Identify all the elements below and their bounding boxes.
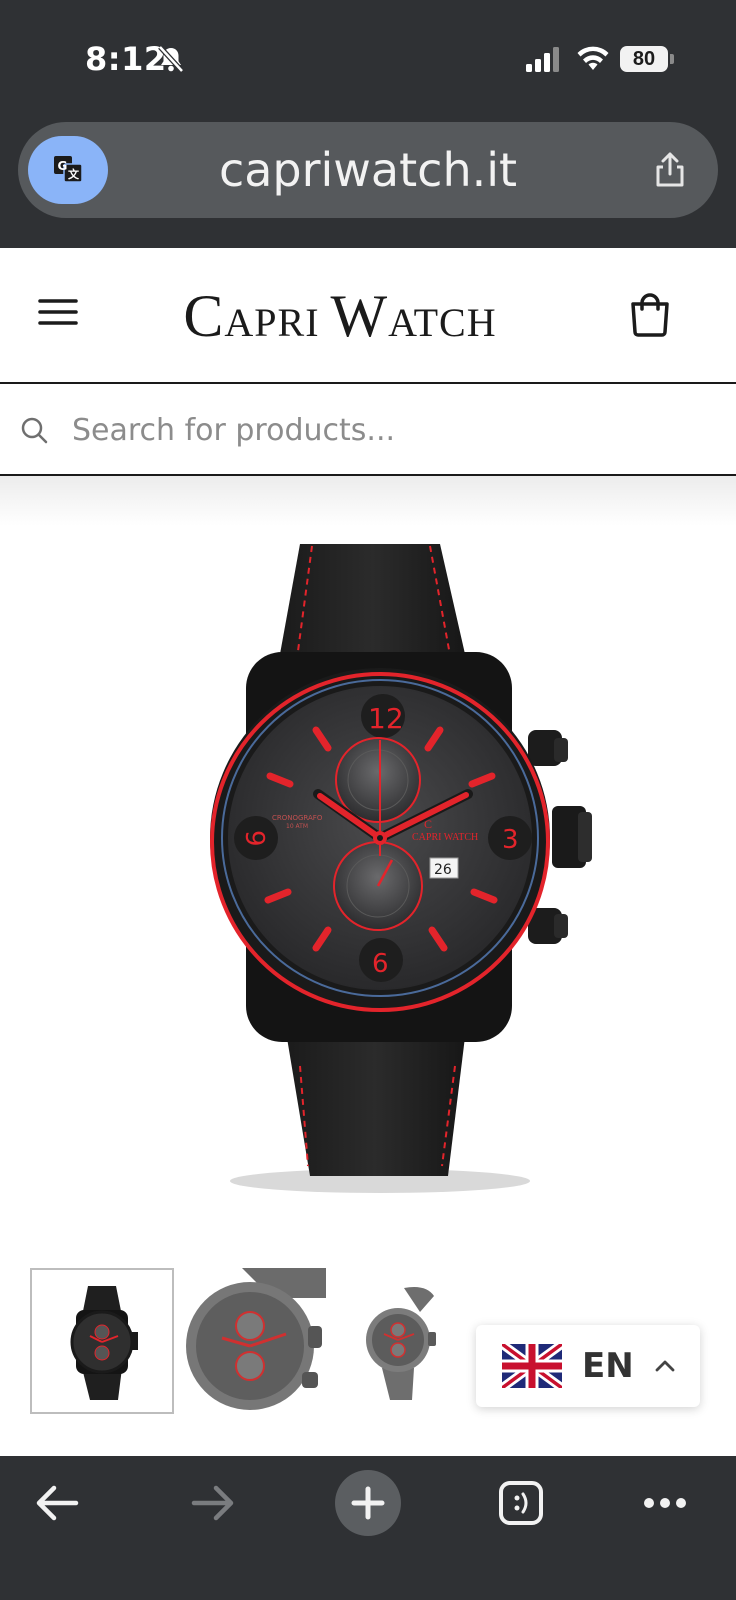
- translate-button[interactable]: G 文: [28, 136, 108, 204]
- logo-text-atch: ATCH: [388, 300, 497, 345]
- search-bar: [0, 384, 736, 476]
- status-bar: 8:12 80: [0, 0, 736, 118]
- svg-text:文: 文: [68, 167, 80, 181]
- language-switcher[interactable]: EN: [476, 1325, 700, 1407]
- dial-number-6: 6: [372, 949, 389, 979]
- tabs-button[interactable]: [488, 1470, 554, 1536]
- thumbnail-watch-closeup: [182, 1268, 326, 1414]
- back-arrow-icon: [36, 1485, 79, 1521]
- language-code: EN: [582, 1346, 634, 1386]
- dial-number-12: 12: [368, 702, 404, 735]
- uk-flag-icon: [502, 1344, 562, 1388]
- logo-text-apri: APRI: [224, 300, 320, 345]
- status-time: 8:12: [85, 40, 167, 78]
- address-bar[interactable]: G 文 capriwatch.it: [18, 122, 718, 218]
- back-button[interactable]: [24, 1470, 90, 1536]
- signal-icon: [526, 47, 559, 72]
- site-header: CAPRI WATCH: [0, 248, 736, 382]
- cart-icon[interactable]: [628, 292, 672, 338]
- search-input[interactable]: [72, 406, 712, 454]
- svg-text:10 ATM: 10 ATM: [286, 823, 308, 830]
- logo-initial-c: C: [183, 283, 225, 349]
- more-icon: [644, 1498, 686, 1508]
- thumbnail-3[interactable]: [334, 1268, 478, 1414]
- battery-nub: [670, 54, 674, 64]
- new-tab-button[interactable]: [335, 1470, 401, 1536]
- search-icon: [21, 417, 48, 444]
- watch-illustration: CRONOGRAFO 10 ATM CAPRI WATCH C 26 12 3 …: [210, 544, 592, 1193]
- svg-text:G: G: [58, 159, 68, 173]
- date-window: 26: [434, 862, 452, 878]
- svg-text:CRONOGRAFO: CRONOGRAFO: [272, 814, 323, 822]
- thumbnail-watch-side: [334, 1268, 478, 1414]
- menu-icon[interactable]: [38, 292, 78, 332]
- site-logo[interactable]: CAPRI WATCH: [120, 286, 560, 346]
- browser-toolbar: G 文 capriwatch.it: [0, 118, 736, 248]
- wifi-icon: [577, 46, 609, 70]
- dial-number-3: 3: [502, 825, 519, 855]
- thumbnail-watch-front: [70, 1286, 138, 1400]
- dial-brand-text: CAPRI WATCH: [412, 832, 478, 843]
- url-text[interactable]: capriwatch.it: [118, 122, 618, 218]
- thumbnail-2[interactable]: [182, 1268, 326, 1414]
- more-button[interactable]: [632, 1470, 698, 1536]
- browser-bottom-toolbar: [0, 1456, 736, 1600]
- forward-button[interactable]: [180, 1470, 246, 1536]
- new-tab-icon: [351, 1486, 385, 1520]
- dial-number-9: 9: [239, 830, 269, 847]
- forward-arrow-icon: [191, 1485, 234, 1521]
- tabs-icon: [499, 1481, 543, 1525]
- chevron-up-icon: [655, 1360, 675, 1372]
- translate-icon: G 文: [54, 156, 83, 183]
- battery-indicator: 80: [620, 46, 668, 72]
- thumbnail-1[interactable]: [30, 1268, 174, 1414]
- bell-slash-icon: [158, 45, 184, 73]
- share-icon[interactable]: [650, 150, 690, 190]
- logo-initial-w: W: [330, 283, 389, 349]
- product-image[interactable]: CRONOGRAFO 10 ATM CAPRI WATCH C 26 12 3 …: [0, 476, 736, 1236]
